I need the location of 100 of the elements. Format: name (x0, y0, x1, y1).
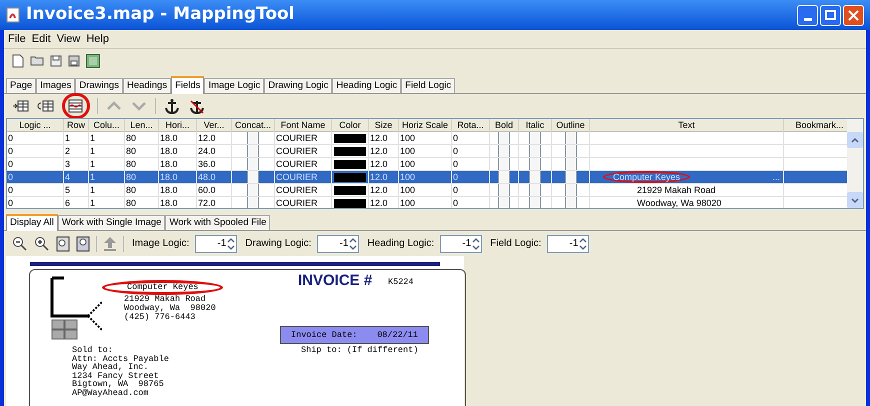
anchor-icon[interactable] (163, 98, 181, 114)
table-row[interactable]: 0 2 1 80 18.0 24.0 COURIER 12.0 100 0 (7, 145, 847, 158)
checkbox[interactable] (564, 132, 576, 144)
menu-item[interactable]: File (8, 30, 26, 48)
upload-icon[interactable] (103, 236, 117, 252)
invoice-number: K5224 (388, 278, 414, 287)
insert-row-icon[interactable] (37, 98, 55, 114)
tab[interactable]: Drawings (75, 78, 123, 93)
new-file-icon[interactable] (12, 54, 24, 68)
table-cell: COURIER (276, 197, 318, 208)
save-as-icon[interactable] (68, 54, 80, 66)
add-row-icon[interactable] (12, 98, 30, 114)
table-row[interactable]: 0 4 1 80 18.0 48.0 COURIER 12.0 100 0 Computer Keyes ... (7, 171, 847, 184)
table-row[interactable]: 0 1 1 80 18.0 12.0 COURIER 12.0 100 0 (7, 132, 847, 145)
checkbox[interactable] (564, 197, 576, 208)
checkbox[interactable] (564, 145, 576, 157)
checkbox[interactable] (529, 158, 541, 170)
menu-item[interactable]: Help (86, 30, 109, 48)
number-spinner[interactable]: -1 (440, 234, 482, 252)
checkbox[interactable] (498, 197, 510, 208)
tab[interactable]: Drawing Logic (264, 78, 332, 93)
sold-to-line: AP@WayAhead.com (72, 388, 150, 397)
table-row[interactable]: 0 3 1 80 18.0 36.0 COURIER 12.0 100 0 (7, 158, 847, 171)
table-cell: 1 (90, 132, 96, 144)
checkbox[interactable] (247, 197, 259, 208)
table-cell: 2 (65, 145, 70, 157)
table-cell: 0 (453, 197, 458, 208)
ellipsis-button[interactable]: ... (772, 171, 780, 183)
zoom-out-icon[interactable] (12, 236, 28, 252)
checkbox[interactable] (498, 145, 510, 157)
tab[interactable]: Field Logic (401, 78, 456, 93)
checkbox[interactable] (247, 171, 259, 183)
scroll-down-icon[interactable] (847, 192, 863, 208)
tab[interactable]: Image Logic (204, 78, 264, 93)
table-row[interactable]: 0 5 1 80 18.0 60.0 COURIER 12.0 100 0 21929 Makah Road (7, 184, 847, 197)
table-cell: COURIER (276, 171, 318, 183)
tab[interactable]: Headings (122, 78, 172, 93)
table-cell: 24.0 (198, 145, 216, 157)
maximize-button[interactable] (820, 4, 841, 26)
checkbox[interactable] (529, 145, 541, 157)
checkbox[interactable] (498, 132, 510, 144)
menu-item[interactable]: View (56, 30, 80, 48)
checkbox[interactable] (529, 184, 541, 196)
checkbox[interactable] (564, 171, 576, 183)
number-spinner[interactable]: -1 (195, 234, 238, 252)
checkbox[interactable] (529, 171, 541, 183)
checkbox[interactable] (529, 132, 541, 144)
checkbox[interactable] (247, 158, 259, 170)
table-cell: 0 (8, 145, 14, 157)
checkbox[interactable] (498, 158, 510, 170)
tab[interactable]: Work with Single Image (58, 215, 166, 230)
table-cell: 1 (90, 197, 96, 208)
company-address-line: Computer Keyes (127, 282, 198, 292)
logo-drawing (50, 276, 102, 340)
zoom-in-icon[interactable] (34, 236, 50, 252)
table-cell: Computer Keyes (613, 171, 680, 183)
table-cell: 0 (8, 184, 14, 196)
menu-item[interactable]: Edit (32, 30, 51, 48)
checkbox[interactable] (247, 145, 259, 157)
checkbox[interactable] (498, 171, 510, 183)
minimize-button[interactable] (797, 4, 818, 26)
checkbox[interactable] (564, 184, 576, 196)
tab[interactable]: Page (6, 78, 36, 93)
table-cell: 80 (126, 145, 136, 157)
table-cell: 1 (65, 132, 70, 144)
table-cell: 80 (126, 184, 136, 196)
tab[interactable]: Fields (171, 76, 204, 94)
table-cell: 80 (126, 197, 136, 208)
table-cell: 21929 Makah Road (637, 184, 716, 196)
table-cell: 18.0 (160, 184, 178, 196)
page-zoom-icon[interactable] (76, 236, 90, 252)
save-icon[interactable] (50, 54, 62, 66)
checkbox[interactable] (529, 197, 541, 208)
close-button[interactable] (843, 4, 864, 26)
delete-row-icon[interactable] (67, 98, 85, 114)
anchor-remove-icon[interactable] (188, 98, 206, 114)
company-address-line: (425) 776-6443 (124, 313, 196, 322)
table-cell: 100 (400, 145, 416, 157)
checkbox[interactable] (498, 184, 510, 196)
checkbox[interactable] (247, 184, 259, 196)
page-zoom-icon[interactable] (56, 236, 70, 252)
number-spinner[interactable]: -1 (317, 234, 360, 252)
table-cell: 0 (8, 158, 14, 170)
scroll-up-icon[interactable] (847, 132, 863, 148)
checkbox[interactable] (247, 132, 259, 144)
window-title: Invoice3.map - MappingTool (26, 3, 295, 26)
number-spinner[interactable]: -1 (547, 234, 590, 252)
table-cell: 0 (8, 197, 14, 208)
tab[interactable]: Images (36, 78, 76, 93)
tab[interactable]: Heading Logic (332, 78, 402, 93)
scrollbar[interactable] (847, 119, 863, 208)
table-cell: 12.0 (370, 171, 388, 183)
checkbox[interactable] (564, 158, 576, 170)
tab[interactable]: Display All (6, 214, 58, 231)
table-cell: 12.0 (370, 158, 388, 170)
table-cell: 100 (400, 197, 416, 208)
table-cell: 36.0 (198, 158, 216, 170)
folder-icon[interactable] (30, 55, 44, 66)
tab[interactable]: Work with Spooled File (165, 215, 270, 230)
table-cell: 100 (400, 184, 416, 196)
